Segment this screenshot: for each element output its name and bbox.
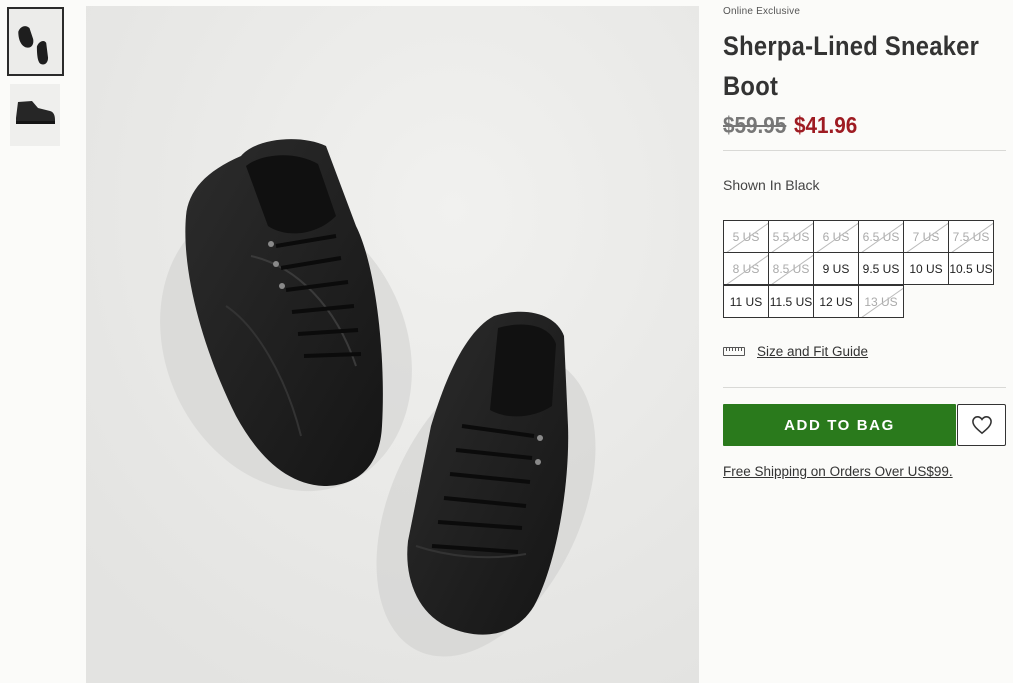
size-option[interactable]: 13 US: [858, 285, 904, 318]
shown-in-color: Shown In Black: [723, 177, 820, 193]
size-option[interactable]: 6 US: [813, 220, 859, 253]
size-option[interactable]: 9.5 US: [858, 252, 904, 285]
price-block: $59.95 $41.96: [723, 112, 864, 139]
boot-side-view-thumbnail: [10, 84, 60, 146]
divider: [723, 387, 1006, 388]
add-to-bag-button[interactable]: ADD TO BAG: [723, 404, 956, 446]
divider: [723, 150, 1006, 151]
size-option[interactable]: 11 US: [723, 285, 769, 318]
online-exclusive-label: Online Exclusive: [723, 6, 801, 17]
ruler-icon: [723, 347, 745, 356]
wishlist-button[interactable]: [957, 404, 1006, 446]
size-option[interactable]: 8.5 US: [768, 252, 814, 285]
size-option[interactable]: 5.5 US: [768, 220, 814, 253]
heart-icon: [971, 416, 992, 435]
size-option[interactable]: 10 US: [903, 252, 949, 285]
boots-photo: [86, 6, 699, 683]
size-option[interactable]: 8 US: [723, 252, 769, 285]
size-option[interactable]: 6.5 US: [858, 220, 904, 253]
size-option[interactable]: 12 US: [813, 285, 859, 318]
size-option[interactable]: 10.5 US: [948, 252, 994, 285]
size-option[interactable]: 11.5 US: [768, 285, 814, 318]
original-price: $59.95: [723, 112, 787, 138]
size-option[interactable]: 7.5 US: [948, 220, 994, 253]
product-main-image: [86, 6, 699, 683]
size-option[interactable]: 9 US: [813, 252, 859, 285]
sale-price: $41.96: [793, 112, 858, 138]
size-option[interactable]: 5 US: [723, 220, 769, 253]
size-option[interactable]: 7 US: [903, 220, 949, 253]
free-shipping-link[interactable]: Free Shipping on Orders Over US$99.: [723, 464, 953, 479]
product-title: Sherpa-Lined Sneaker Boot: [723, 31, 980, 101]
thumbnail-top-view[interactable]: [7, 7, 64, 76]
size-fit-guide-link[interactable]: Size and Fit Guide: [723, 344, 868, 359]
size-guide-label: Size and Fit Guide: [757, 344, 869, 359]
thumbnail-side-view[interactable]: [10, 84, 60, 146]
boots-top-view-thumbnail: [9, 9, 62, 74]
